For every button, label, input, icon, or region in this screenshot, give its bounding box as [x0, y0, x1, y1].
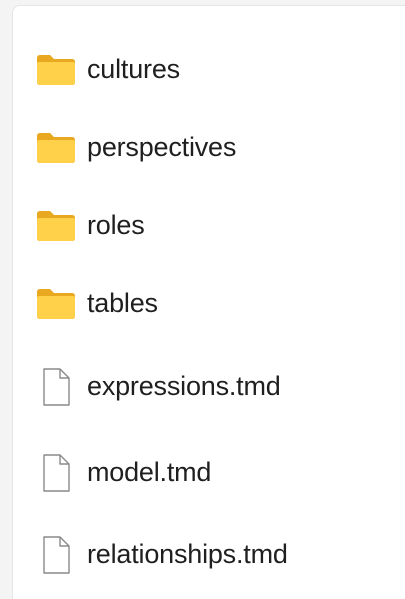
item-name: cultures — [87, 53, 180, 84]
item-name: relationships.tmd — [87, 538, 288, 569]
list-item-file-relationships[interactable]: relationships.tmd — [13, 524, 405, 586]
folder-icon — [36, 210, 76, 242]
file-icon — [36, 453, 76, 493]
folder-icon — [36, 132, 76, 164]
item-name: model.tmd — [87, 456, 212, 487]
file-list-panel: cultures perspectives roles tables expre… — [12, 5, 405, 599]
file-icon — [36, 367, 76, 407]
folder-icon — [36, 54, 76, 86]
item-name: perspectives — [87, 131, 237, 162]
item-name: roles — [87, 209, 145, 240]
list-item-file-model[interactable]: model.tmd — [13, 442, 405, 504]
folder-icon — [36, 288, 76, 320]
list-item-folder-roles[interactable]: roles — [13, 195, 405, 257]
list-item-folder-perspectives[interactable]: perspectives — [13, 117, 405, 179]
item-name: tables — [87, 287, 158, 318]
list-item-folder-tables[interactable]: tables — [13, 273, 405, 335]
list-item-file-expressions[interactable]: expressions.tmd — [13, 356, 405, 418]
file-icon — [36, 535, 76, 575]
item-name: expressions.tmd — [87, 370, 281, 401]
list-item-folder-cultures[interactable]: cultures — [13, 39, 405, 101]
